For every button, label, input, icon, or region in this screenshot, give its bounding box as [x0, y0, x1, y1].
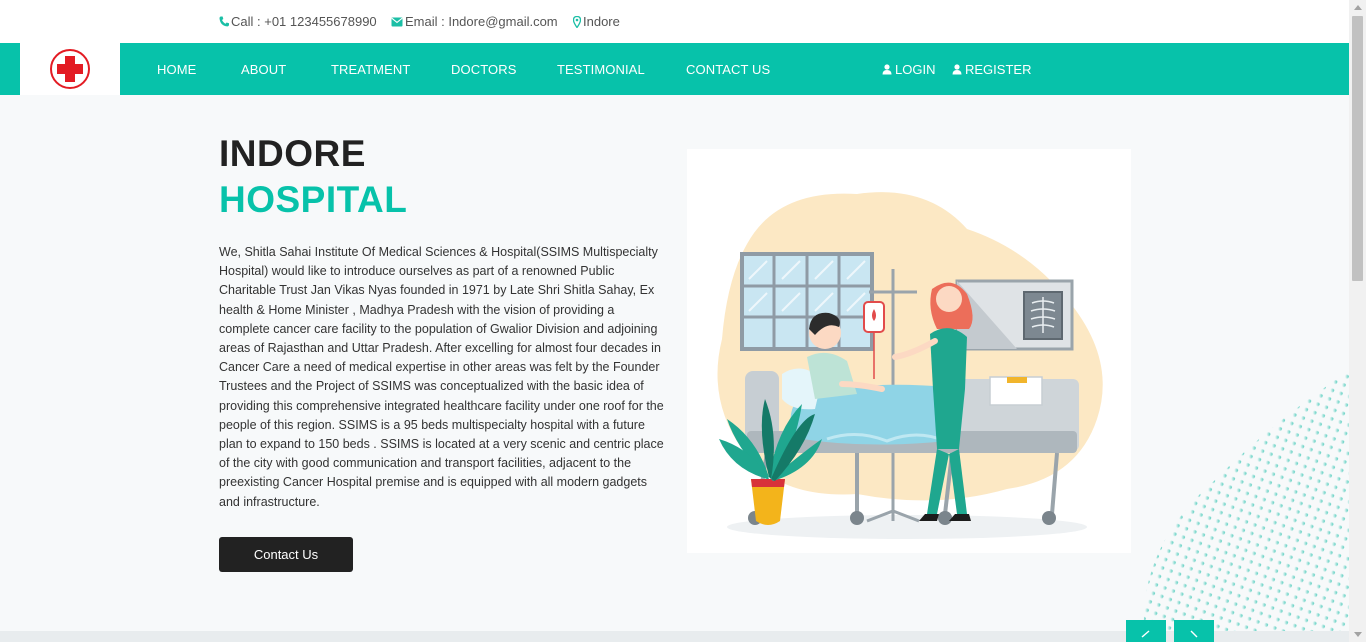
nav-treatment[interactable]: TREATMENT	[331, 62, 410, 77]
hero-description: We, Shitla Sahai Institute Of Medical Sc…	[219, 245, 664, 509]
logo[interactable]	[20, 43, 120, 95]
map-marker-icon	[573, 15, 581, 28]
email-text: Email : Indore@gmail.com	[405, 14, 558, 29]
decorative-dot-pattern	[1143, 370, 1350, 640]
register-link[interactable]: REGISTER	[952, 62, 1031, 77]
nav-about[interactable]: ABOUT	[241, 62, 286, 77]
scroll-down-arrow-icon[interactable]	[1354, 632, 1362, 637]
red-cross-icon	[50, 49, 90, 89]
scroll-up-arrow-icon[interactable]	[1354, 5, 1362, 10]
nav-testimonial[interactable]: TESTIMONIAL	[557, 62, 645, 77]
hero-title-line2: HOSPITAL	[219, 179, 408, 220]
page-scrollbar[interactable]	[1349, 0, 1366, 642]
slide-next-button[interactable]	[1174, 620, 1214, 642]
nav-doctors[interactable]: DOCTORS	[451, 62, 516, 77]
top-info-bar: Call : +01 123455678990 Email : Indore@g…	[0, 0, 1349, 43]
phone-icon	[219, 16, 229, 27]
email-info: Email : Indore@gmail.com	[391, 14, 558, 29]
nav-home[interactable]: HOME	[157, 62, 196, 77]
hospital-illustration	[687, 149, 1131, 553]
call-info: Call : +01 123455678990	[219, 14, 377, 29]
user-icon	[952, 64, 962, 75]
contact-us-button[interactable]: Contact Us	[219, 537, 353, 572]
location-info: Indore	[573, 14, 620, 29]
scrollbar-thumb[interactable]	[1352, 16, 1363, 281]
hero-title-line1: INDORE	[219, 133, 366, 174]
location-text: Indore	[583, 14, 620, 29]
register-label: REGISTER	[965, 62, 1032, 77]
main-navbar: HOME ABOUT TREATMENT DOCTORS TESTIMONIAL…	[0, 43, 1349, 95]
login-label: LOGIN	[895, 62, 936, 77]
login-link[interactable]: LOGIN	[882, 62, 935, 77]
envelope-icon	[391, 17, 403, 27]
call-text: Call : +01 123455678990	[231, 14, 377, 29]
nav-contact-us[interactable]: CONTACT US	[686, 62, 770, 77]
user-icon	[882, 64, 892, 75]
slide-prev-button[interactable]	[1126, 620, 1166, 642]
